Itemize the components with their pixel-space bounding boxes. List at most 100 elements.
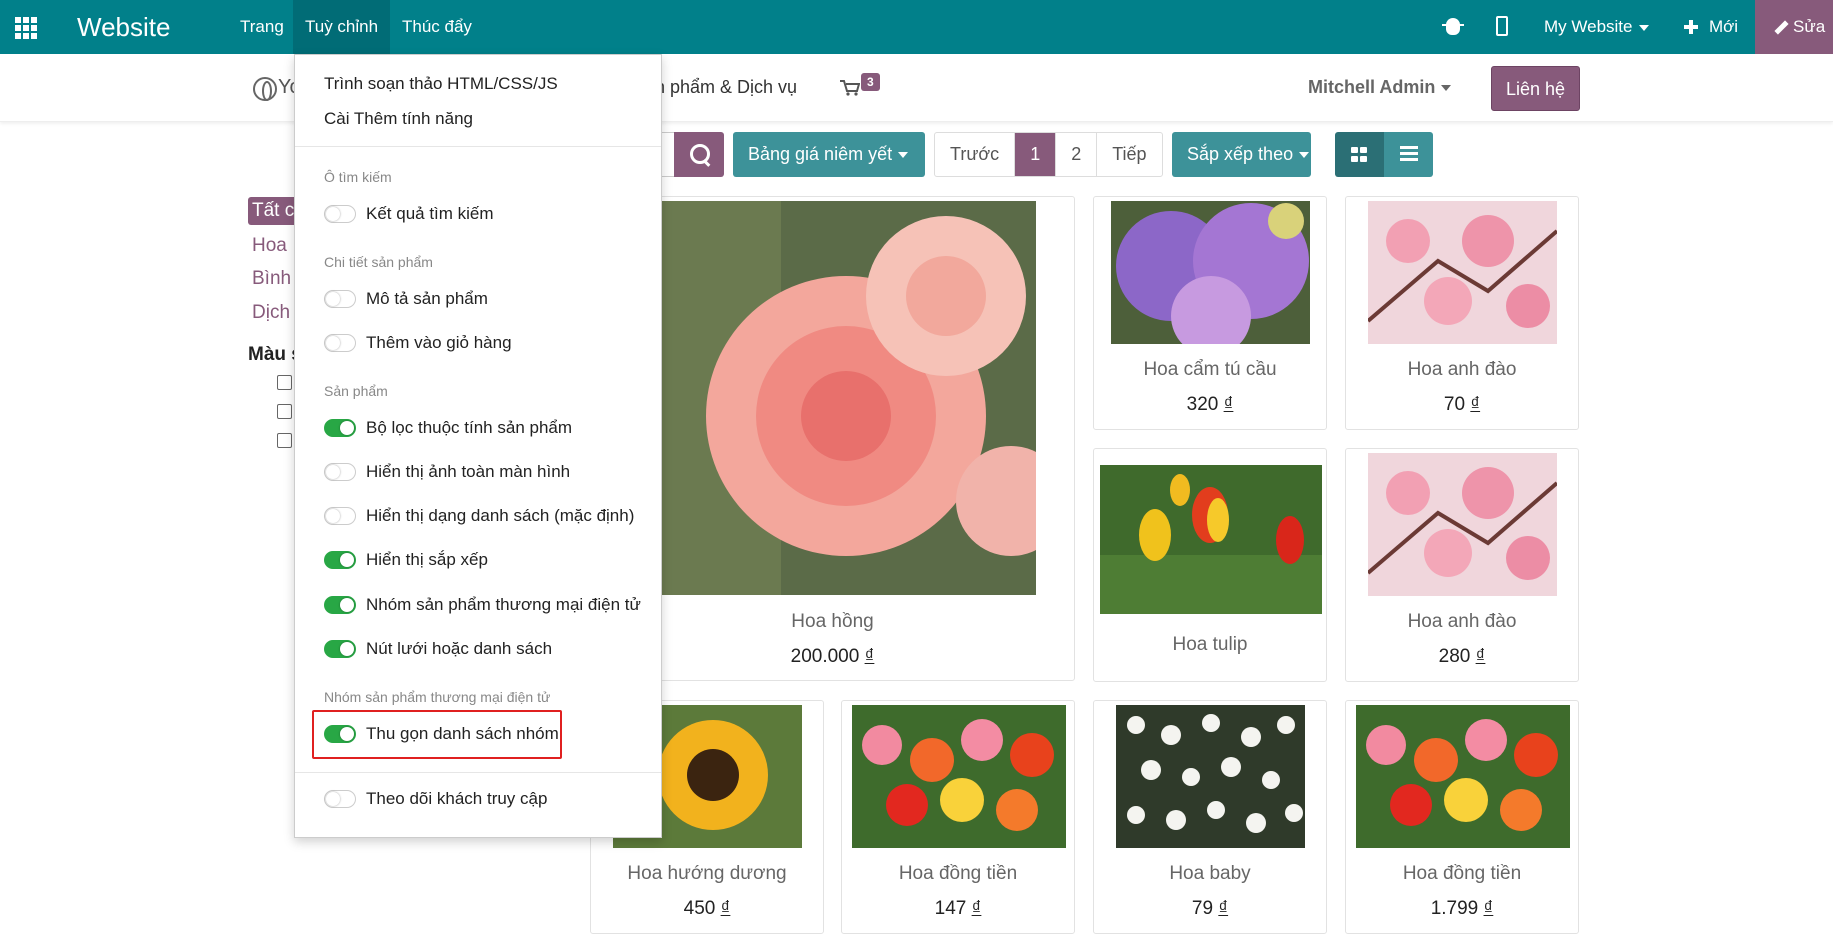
- option-grid-list-button[interactable]: Nút lưới hoặc danh sách: [324, 637, 552, 661]
- toggle-switch[interactable]: [324, 463, 356, 481]
- sort-dropdown[interactable]: Sắp xếp theo: [1172, 132, 1311, 177]
- caret-down-icon: [898, 152, 909, 159]
- menu-pages[interactable]: Trang: [228, 0, 296, 54]
- contact-button[interactable]: Liên hệ: [1491, 66, 1580, 111]
- new-button[interactable]: Mới: [1697, 0, 1750, 54]
- pager: Trước 1 2 Tiếp: [934, 132, 1163, 177]
- product-price: 200.000 ₫: [790, 646, 875, 667]
- plus-icon: [1684, 20, 1698, 34]
- top-navbar: Website Trang Tuỳ chỉnh Thúc đẩy My Webs…: [0, 0, 1833, 54]
- product-price: 450 ₫: [683, 898, 731, 919]
- product-price: 320 ₫: [1186, 394, 1234, 415]
- category-vases[interactable]: Bình: [248, 265, 295, 293]
- product-price: 280 ₫: [1438, 646, 1486, 667]
- product-name[interactable]: Hoa đồng tiền: [1346, 863, 1578, 885]
- toggle-switch[interactable]: [324, 419, 356, 437]
- user-menu[interactable]: Mitchell Admin: [1308, 77, 1452, 98]
- divider: [295, 146, 661, 147]
- pencil-icon: [1772, 20, 1788, 34]
- app-brand[interactable]: Website: [77, 12, 170, 43]
- search-button[interactable]: [674, 132, 724, 177]
- color-checkbox[interactable]: [277, 433, 292, 448]
- section-header-product-detail: Chi tiết sản phẩm: [324, 254, 433, 270]
- cart-icon[interactable]: [840, 80, 860, 96]
- category-services[interactable]: Dịch: [248, 299, 294, 327]
- nav-products-services[interactable]: n phẩm & Dịch vụ: [655, 77, 797, 98]
- install-features-link[interactable]: Cài Thêm tính năng: [324, 109, 473, 129]
- pager-page-2[interactable]: 2: [1056, 133, 1098, 176]
- menu-customize[interactable]: Tuỳ chỉnh: [293, 0, 391, 54]
- product-name[interactable]: Hoa anh đào: [1346, 359, 1578, 381]
- toggle-switch[interactable]: [324, 290, 356, 308]
- option-fullscreen-image[interactable]: Hiển thị ảnh toàn màn hình: [324, 460, 570, 484]
- option-search-results[interactable]: Kết quả tìm kiếm: [324, 202, 494, 226]
- product-name[interactable]: Hoa tulip: [1094, 634, 1326, 656]
- grid-view-button[interactable]: [1335, 132, 1384, 177]
- product-image: [852, 705, 1066, 848]
- html-css-js-editor-link[interactable]: Trình soạn thảo HTML/CSS/JS: [324, 74, 558, 94]
- divider: [295, 772, 661, 773]
- option-list-view-default[interactable]: Hiển thị dạng danh sách (mặc định): [324, 504, 634, 528]
- option-show-sort[interactable]: Hiển thị sắp xếp: [324, 548, 488, 572]
- toggle-switch[interactable]: [324, 205, 356, 223]
- apps-grid-icon[interactable]: [15, 17, 37, 39]
- color-checkbox[interactable]: [277, 375, 292, 390]
- toggle-switch[interactable]: [324, 334, 356, 352]
- product-image: [661, 201, 1036, 595]
- caret-down-icon: [1299, 152, 1310, 159]
- product-price: 147 ₫: [934, 898, 982, 919]
- product-card[interactable]: Hoa anh đào 280 ₫: [1345, 448, 1579, 682]
- caret-down-icon: [1638, 24, 1649, 31]
- product-name[interactable]: Hoa hướng dương: [591, 863, 823, 885]
- product-card[interactable]: Hoa hồng 200.000 ₫: [590, 196, 1075, 681]
- product-image: [1100, 465, 1322, 614]
- product-name[interactable]: Hoa đồng tiền: [842, 863, 1074, 885]
- product-card[interactable]: Hoa cẩm tú cầu 320 ₫: [1093, 196, 1327, 430]
- menu-promote[interactable]: Thúc đẩy: [390, 0, 484, 54]
- pager-prev[interactable]: Trước: [935, 133, 1016, 176]
- pricelist-dropdown[interactable]: Bảng giá niêm yết: [733, 132, 925, 177]
- edit-button[interactable]: Sửa: [1755, 0, 1833, 54]
- product-card[interactable]: Hoa đồng tiền 147 ₫: [841, 700, 1075, 934]
- pager-page-1[interactable]: 1: [1015, 133, 1057, 176]
- pager-next[interactable]: Tiếp: [1097, 133, 1161, 176]
- website-selector[interactable]: My Website: [1532, 0, 1661, 54]
- mobile-preview-icon[interactable]: [1496, 16, 1508, 36]
- product-name[interactable]: Hoa cẩm tú cầu: [1094, 359, 1326, 381]
- product-price: 79 ₫: [1191, 898, 1229, 919]
- debug-bug-icon[interactable]: [1442, 18, 1464, 35]
- product-card[interactable]: Hoa baby 79 ₫: [1093, 700, 1327, 934]
- cart-count-badge: 3: [861, 73, 880, 91]
- toggle-switch[interactable]: [324, 640, 356, 658]
- list-view-button[interactable]: [1384, 132, 1433, 177]
- option-product-description[interactable]: Mô tả sản phẩm: [324, 287, 488, 311]
- product-card[interactable]: Hoa anh đào 70 ₫: [1345, 196, 1579, 430]
- category-all[interactable]: Tất c: [248, 197, 299, 225]
- option-track-visitors[interactable]: Theo dõi khách truy cập: [324, 787, 547, 811]
- product-name[interactable]: Hoa anh đào: [1346, 611, 1578, 633]
- toggle-switch[interactable]: [324, 790, 356, 808]
- section-header-search-box: Ô tìm kiếm: [324, 169, 392, 185]
- product-price: 1.799 ₫: [1430, 898, 1494, 919]
- product-name[interactable]: Hoa hồng: [591, 611, 1074, 633]
- product-image: [1368, 201, 1557, 344]
- toggle-switch[interactable]: [324, 596, 356, 614]
- globe-icon: [253, 77, 277, 101]
- product-price: 70 ₫: [1443, 394, 1481, 415]
- product-image: [1368, 453, 1557, 596]
- product-card[interactable]: Hoa tulip: [1093, 448, 1327, 682]
- highlight-annotation-box: [312, 710, 562, 759]
- toggle-switch[interactable]: [324, 507, 356, 525]
- product-name[interactable]: Hoa baby: [1094, 863, 1326, 885]
- color-checkbox[interactable]: [277, 404, 292, 419]
- product-card[interactable]: Hoa đồng tiền 1.799 ₫: [1345, 700, 1579, 934]
- option-add-to-cart[interactable]: Thêm vào giỏ hàng: [324, 331, 512, 355]
- list-icon: [1400, 146, 1418, 162]
- product-image: [1356, 705, 1570, 848]
- product-image: [1111, 201, 1310, 344]
- toggle-switch[interactable]: [324, 551, 356, 569]
- option-attribute-filter[interactable]: Bộ lọc thuộc tính sản phẩm: [324, 416, 572, 440]
- category-flowers[interactable]: Hoa: [248, 232, 291, 260]
- grid-icon: [1351, 147, 1368, 162]
- option-ecommerce-categories[interactable]: Nhóm sản phẩm thương mại điện tử: [324, 593, 641, 617]
